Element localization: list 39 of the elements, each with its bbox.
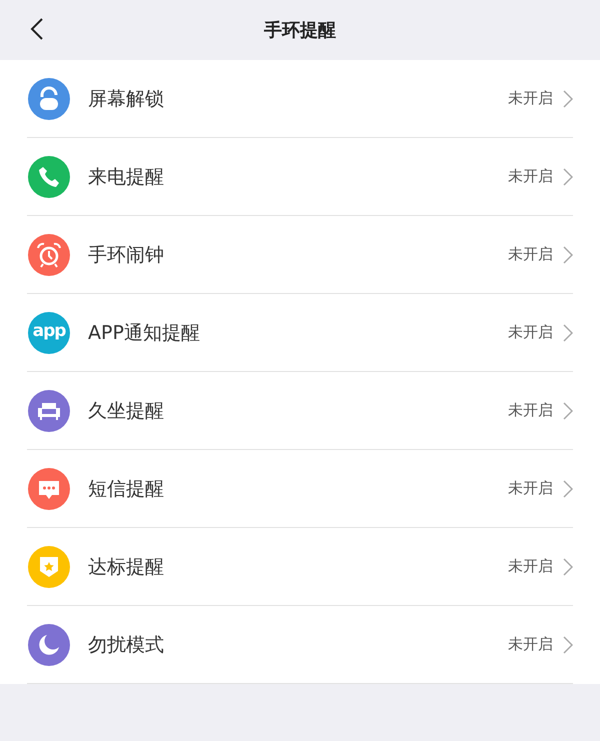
row-label: 久坐提醒 xyxy=(88,398,165,424)
chevron-icon xyxy=(563,636,573,654)
settings-row[interactable]: 久坐提醒 未开启 xyxy=(27,372,573,450)
chevron-icon xyxy=(563,324,573,342)
app-icon: app xyxy=(28,312,70,354)
chevron-icon xyxy=(563,90,573,108)
row-label: 屏幕解锁 xyxy=(88,86,165,112)
row-status: 未开启 xyxy=(508,635,553,654)
page-title: 手环提醒 xyxy=(264,19,336,42)
row-status: 未开启 xyxy=(508,167,553,186)
row-status: 未开启 xyxy=(508,245,553,264)
settings-row[interactable]: 来电提醒 未开启 xyxy=(27,138,573,216)
back-icon xyxy=(30,17,44,41)
phone-icon xyxy=(37,164,61,188)
row-label: APP通知提醒 xyxy=(88,320,201,346)
settings-row[interactable]: 手环闹钟 未开启 xyxy=(27,216,573,294)
settings-row[interactable]: 屏幕解锁 未开启 xyxy=(27,60,573,138)
row-status: 未开启 xyxy=(508,323,553,342)
chevron-icon xyxy=(563,246,573,264)
chevron-icon xyxy=(563,168,573,186)
settings-row[interactable]: 达标提醒 未开启 xyxy=(27,528,573,606)
row-label: 短信提醒 xyxy=(88,476,165,502)
settings-row[interactable]: 勿扰模式 未开启 xyxy=(27,606,573,684)
row-label: 手环闹钟 xyxy=(88,242,165,268)
chevron-icon xyxy=(563,402,573,420)
badge-star-icon xyxy=(38,554,60,578)
row-label: 勿扰模式 xyxy=(88,632,165,658)
row-status: 未开启 xyxy=(508,401,553,420)
alarm-clock-icon xyxy=(36,242,62,268)
row-status: 未开启 xyxy=(508,89,553,108)
row-status: 未开启 xyxy=(508,479,553,498)
settings-row[interactable]: 短信提醒 未开启 xyxy=(27,450,573,528)
moon-icon xyxy=(37,632,61,656)
chevron-icon xyxy=(563,480,573,498)
settings-row[interactable]: app APP通知提醒 未开启 xyxy=(27,294,573,372)
row-label: 达标提醒 xyxy=(88,554,165,580)
row-label: 来电提醒 xyxy=(88,164,165,190)
chevron-icon xyxy=(563,558,573,576)
row-status: 未开启 xyxy=(508,557,553,576)
